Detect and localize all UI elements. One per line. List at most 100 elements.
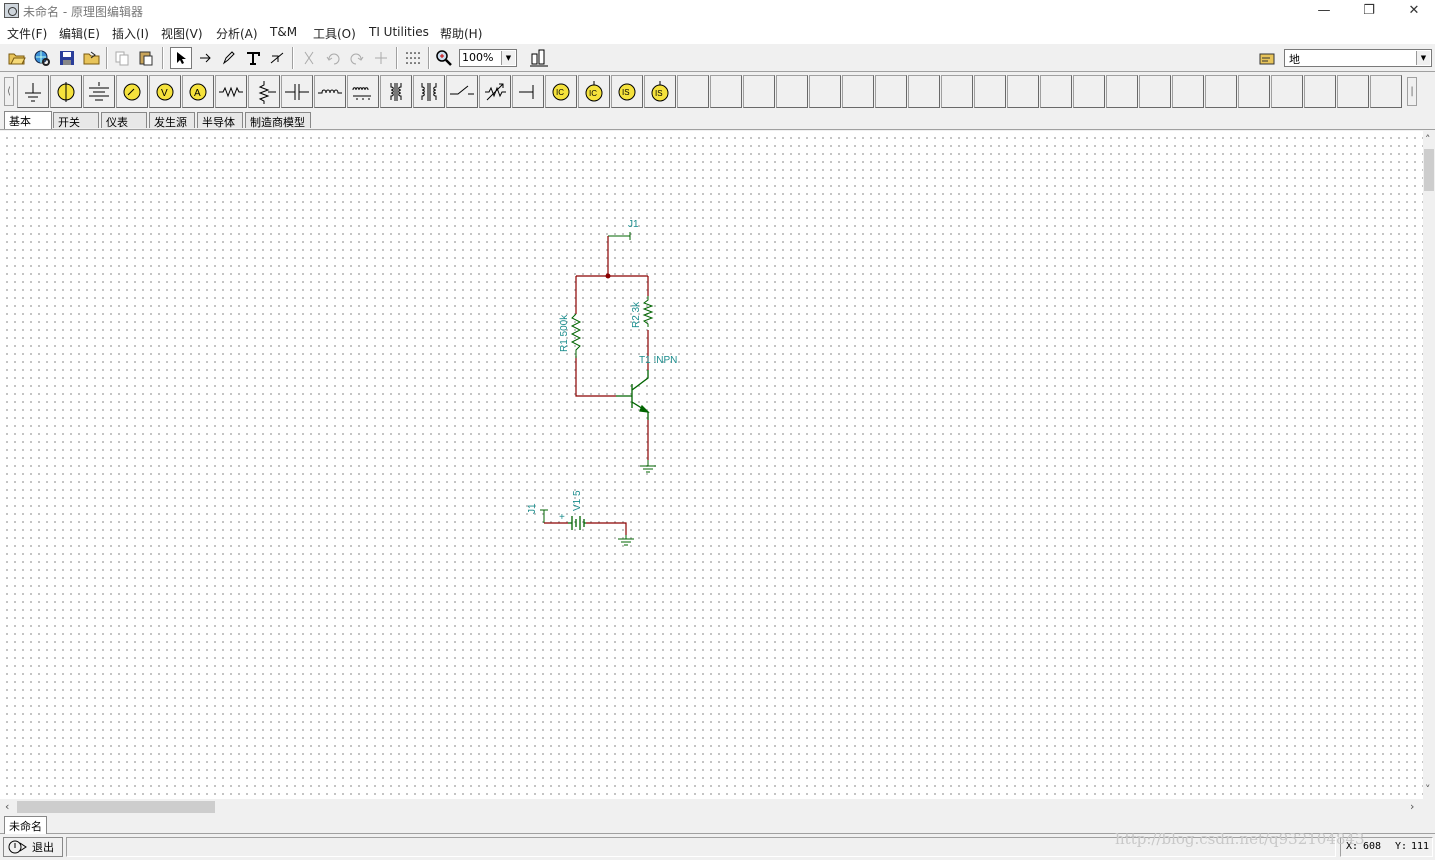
palette-inductor-button[interactable] bbox=[314, 75, 346, 108]
menu-file[interactable]: 文件(F) bbox=[7, 25, 47, 42]
layer-select[interactable]: 地 ▼ bbox=[1284, 49, 1432, 67]
palette-lamp-button[interactable] bbox=[50, 75, 82, 108]
palette-ammeter-button[interactable]: A bbox=[182, 75, 214, 108]
jumper-bottom-terminal[interactable] bbox=[540, 509, 548, 523]
palette-transformer-core-button[interactable] bbox=[413, 75, 445, 108]
vertical-scroll-thumb[interactable] bbox=[1424, 149, 1434, 191]
palette-battery-button[interactable] bbox=[83, 75, 115, 108]
palette-empty-slot bbox=[677, 75, 709, 108]
palette-is-source-button[interactable]: IS bbox=[611, 75, 643, 108]
menu-tm[interactable]: T&M bbox=[270, 25, 297, 39]
menu-edit[interactable]: 编辑(E) bbox=[59, 25, 100, 42]
palette-switch-button[interactable] bbox=[446, 75, 478, 108]
save-icon bbox=[60, 51, 74, 65]
document-tab[interactable]: 未命名 bbox=[4, 816, 47, 834]
resistor-r1[interactable] bbox=[570, 313, 582, 358]
close-button[interactable]: ✕ bbox=[1391, 0, 1435, 22]
resistor-r2[interactable] bbox=[642, 296, 654, 327]
menu-help[interactable]: 帮助(H) bbox=[440, 25, 482, 42]
redo-icon bbox=[350, 53, 364, 65]
open-folder-button[interactable] bbox=[6, 47, 28, 69]
layer-settings-button[interactable] bbox=[1256, 47, 1278, 69]
capacitor-icon bbox=[285, 83, 309, 100]
text-tool-button[interactable] bbox=[242, 47, 264, 69]
palette-ic-source-button[interactable]: IC bbox=[545, 75, 577, 108]
wires bbox=[575, 236, 649, 460]
menu-tools[interactable]: 工具(O) bbox=[313, 25, 356, 42]
exit-button[interactable]: 退出 bbox=[3, 837, 63, 857]
save-button[interactable] bbox=[56, 47, 78, 69]
zoom-button[interactable] bbox=[433, 47, 455, 69]
palette-transformer-button[interactable] bbox=[347, 75, 379, 108]
minimize-button[interactable]: — bbox=[1301, 0, 1347, 22]
tab-sources[interactable]: 发生源 bbox=[149, 112, 195, 129]
cut-button[interactable] bbox=[298, 47, 320, 69]
palette-capacitor-button[interactable] bbox=[281, 75, 313, 108]
copy-button[interactable] bbox=[111, 47, 133, 69]
redo-button[interactable] bbox=[346, 47, 368, 69]
palette-ground-button[interactable] bbox=[17, 75, 49, 108]
tab-switches[interactable]: 开关 bbox=[53, 112, 99, 129]
chevron-up-icon[interactable]: ˄ bbox=[1425, 133, 1431, 146]
ground-symbol[interactable] bbox=[618, 535, 634, 546]
web-open-button[interactable] bbox=[31, 47, 53, 69]
palette-empty-slot bbox=[842, 75, 874, 108]
pen-tool-button[interactable] bbox=[218, 47, 240, 69]
chevron-left-icon[interactable]: ‹ bbox=[5, 800, 9, 813]
palette-terminal-button[interactable] bbox=[512, 75, 544, 108]
undo-button[interactable] bbox=[322, 47, 344, 69]
chevron-down-icon[interactable]: ▼ bbox=[1416, 51, 1430, 65]
chevron-down-icon[interactable]: ▼ bbox=[501, 51, 515, 65]
wire-tool-button[interactable] bbox=[194, 47, 216, 69]
palette-resistor-button[interactable] bbox=[215, 75, 247, 108]
ground-symbol[interactable] bbox=[640, 460, 656, 473]
jumper-top-terminal[interactable] bbox=[608, 232, 631, 240]
transistor-t1[interactable] bbox=[616, 370, 650, 420]
paste-button[interactable] bbox=[135, 47, 157, 69]
zoom-select[interactable]: 100% ▼ bbox=[459, 49, 517, 67]
schematic-canvas[interactable]: J1 R1 500k R2 3k T1 !NPN J1 + V1 5 bbox=[0, 131, 1423, 799]
menu-ti-utilities[interactable]: TI Utilities bbox=[369, 25, 429, 39]
restore-button[interactable]: ❐ bbox=[1346, 0, 1392, 22]
grid-toggle-button[interactable] bbox=[402, 47, 424, 69]
select-tool-button[interactable] bbox=[170, 47, 192, 69]
menu-view[interactable]: 视图(V) bbox=[161, 25, 203, 42]
chevron-down-icon[interactable]: ˅ bbox=[1425, 783, 1431, 796]
horizontal-scroll-thumb[interactable] bbox=[17, 801, 215, 813]
battery-v1[interactable] bbox=[568, 516, 586, 530]
vertical-scrollbar[interactable]: ˄ ˅ bbox=[1423, 131, 1435, 799]
tab-semiconductors[interactable]: 半导体 bbox=[197, 112, 243, 129]
schematic-drawing: J1 R1 500k R2 3k T1 !NPN J1 + V1 5 bbox=[527, 219, 677, 546]
component-library-button[interactable] bbox=[528, 47, 550, 69]
palette-coupled-inductor-button[interactable] bbox=[380, 75, 412, 108]
tab-meters[interactable]: 仪表 bbox=[101, 112, 147, 129]
palette-scroll-left[interactable]: ⟨ bbox=[4, 77, 14, 106]
junction-button[interactable] bbox=[370, 47, 392, 69]
horizontal-scrollbar[interactable]: ‹ › bbox=[0, 799, 1423, 815]
palette-is-source2-button[interactable]: IS bbox=[644, 75, 676, 108]
menu-insert[interactable]: 插入(I) bbox=[112, 25, 149, 42]
palette-voltmeter-button[interactable] bbox=[116, 75, 148, 108]
palette-potentiometer-button[interactable] bbox=[248, 75, 280, 108]
menu-analysis[interactable]: 分析(A) bbox=[216, 25, 258, 42]
tab-manufacturer-models[interactable]: 制造商模型 bbox=[245, 112, 311, 129]
lamp-icon bbox=[57, 81, 75, 102]
exit-label: 退出 bbox=[32, 841, 54, 854]
title-bar: 未命名 - 原理图编辑器 — ❐ ✕ bbox=[0, 0, 1435, 22]
delete-wire-button[interactable] bbox=[266, 47, 288, 69]
x-coordinate-value: 608 bbox=[1363, 841, 1382, 852]
palette-empty-slot bbox=[1271, 75, 1303, 108]
tab-basic[interactable]: 基本 bbox=[4, 111, 52, 129]
battery-icon bbox=[89, 81, 109, 100]
text-icon bbox=[247, 52, 260, 65]
coupled-inductor-icon bbox=[390, 82, 402, 101]
component-palette: ⟨ V A IC IC IS IS | bbox=[0, 73, 1435, 110]
palette-scroll-right[interactable]: | bbox=[1407, 77, 1417, 106]
palette-ic-source2-button[interactable]: IC bbox=[578, 75, 610, 108]
palette-voltmeter-v-button[interactable]: V bbox=[149, 75, 181, 108]
palette-varistor-button[interactable] bbox=[479, 75, 511, 108]
chevron-right-icon[interactable]: › bbox=[1410, 800, 1414, 813]
open-recent-button[interactable] bbox=[81, 47, 103, 69]
voltmeter-v-icon: V bbox=[156, 83, 174, 100]
grid-icon bbox=[406, 52, 420, 64]
